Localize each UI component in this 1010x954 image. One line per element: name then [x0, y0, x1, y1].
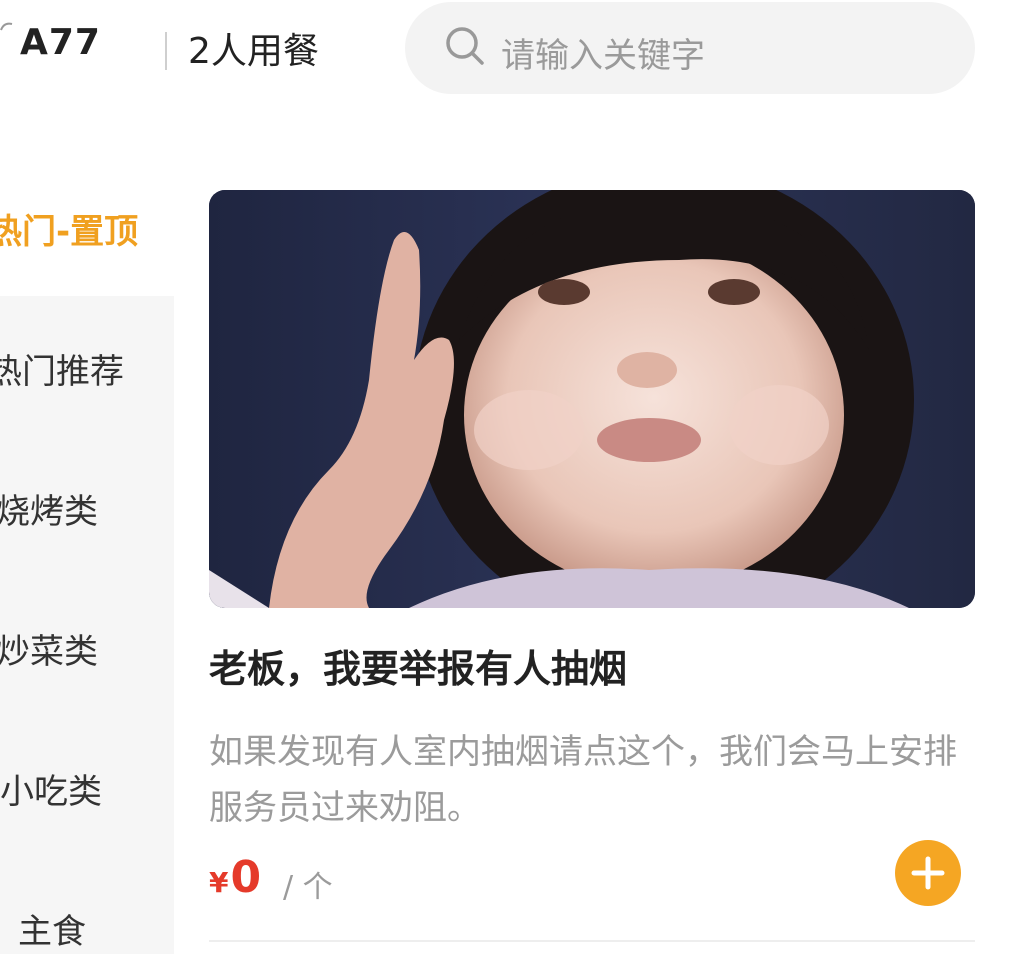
price-symbol: ¥ — [209, 866, 229, 899]
header-divider — [165, 32, 167, 70]
sidebar-item-recommended[interactable]: 热门推荐 — [0, 296, 174, 436]
search-icon — [446, 27, 484, 65]
table-number: A77 — [20, 22, 101, 63]
sidebar-item-label: 热门推荐 — [0, 352, 124, 392]
search-input[interactable]: 请输入关键字 — [501, 28, 705, 77]
sidebar-item-staples[interactable]: 主食 — [0, 856, 174, 954]
sidebar-item-label: 炒菜类 — [0, 632, 98, 672]
search-bar[interactable]: 请输入关键字 — [405, 2, 975, 94]
product-card[interactable]: 老板，我要举报有人抽烟 如果发现有人室内抽烟请点这个，我们会马上安排服务员过来劝… — [209, 190, 975, 954]
sidebar-item-hot-top[interactable]: 热门-置顶 — [0, 150, 174, 296]
price-unit: / 个 — [283, 870, 333, 905]
sidebar-item-bbq[interactable]: 烧烤类 — [0, 436, 174, 576]
product-title: 老板，我要举报有人抽烟 — [209, 647, 628, 691]
card-divider — [209, 940, 975, 942]
sidebar-list: 热门推荐 烧烤类 炒菜类 小吃类 主食 — [0, 296, 174, 954]
category-sidebar: 热门-置顶 热门推荐 烧烤类 炒菜类 小吃类 主食 — [0, 150, 174, 954]
price-value: 0 — [230, 852, 262, 903]
product-price: ¥0 — [209, 852, 261, 903]
sidebar-item-label: 热门-置顶 — [0, 212, 139, 252]
sidebar-item-stir-fry[interactable]: 炒菜类 — [0, 576, 174, 716]
sidebar-item-label: 小吃类 — [0, 772, 102, 812]
add-to-cart-button[interactable] — [895, 840, 961, 906]
plus-icon — [911, 856, 945, 890]
sidebar-item-label: 主食 — [18, 912, 86, 952]
party-size[interactable]: 2人用餐 — [188, 22, 319, 74]
child-waving-photo — [209, 190, 975, 608]
sidebar-item-snacks[interactable]: 小吃类 — [0, 716, 174, 856]
sidebar-item-label: 烧烤类 — [0, 492, 98, 532]
header: A77 2人用餐 请输入关键字 — [0, 0, 1010, 110]
product-description: 如果发现有人室内抽烟请点这个，我们会马上安排服务员过来劝阻。 — [209, 732, 957, 828]
product-photo[interactable] — [209, 190, 975, 608]
table-icon — [0, 22, 13, 31]
